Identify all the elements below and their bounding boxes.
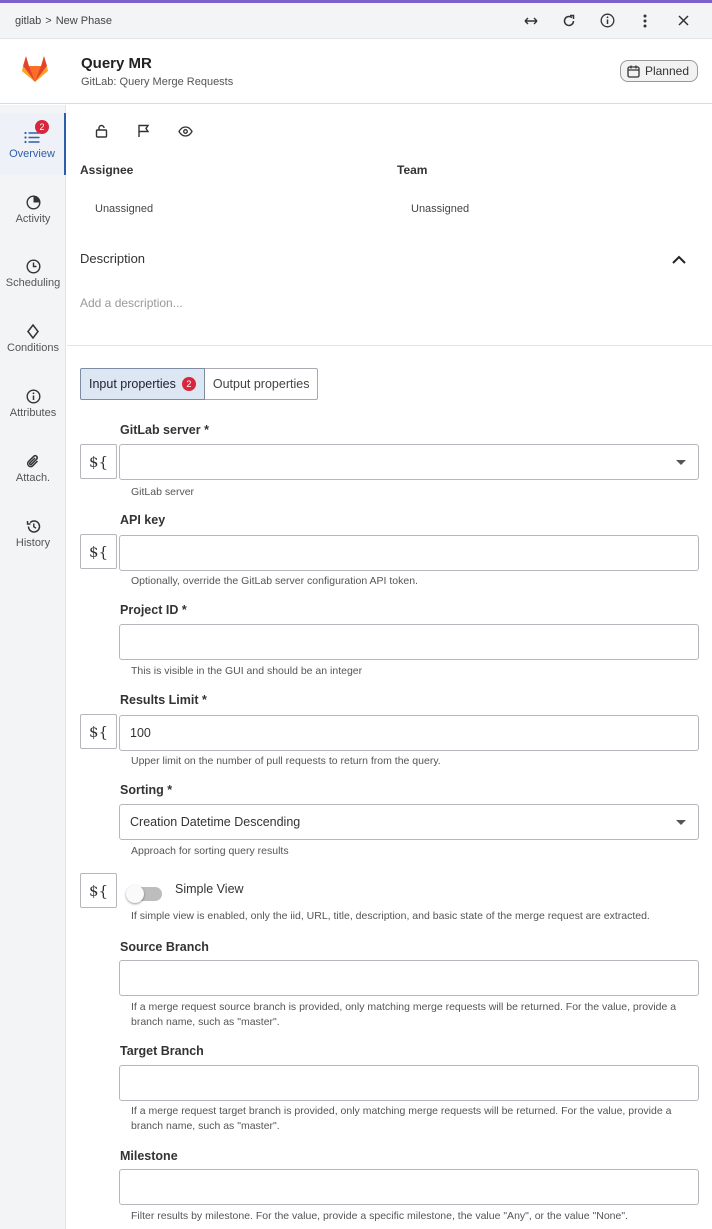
- project-id-label: Project ID *: [120, 603, 187, 617]
- source-branch-input[interactable]: [119, 960, 699, 996]
- api-key-input[interactable]: [119, 535, 699, 571]
- chevron-up-icon[interactable]: [672, 251, 686, 269]
- sidebar: 2 Overview Activity Scheduling Condition…: [0, 105, 66, 1229]
- gitlab-server-help: GitLab server: [131, 486, 195, 498]
- team-value[interactable]: Unassigned: [411, 203, 469, 215]
- team-label: Team: [397, 163, 428, 177]
- eye-icon[interactable]: [175, 121, 195, 141]
- overview-badge: 2: [35, 120, 49, 134]
- sidebar-item-activity[interactable]: Activity: [0, 179, 66, 239]
- dropdown-caret-icon: [676, 460, 686, 465]
- task-header: Query MR GitLab: Query Merge Requests Pl…: [0, 40, 712, 104]
- history-icon: [26, 519, 40, 533]
- expand-horizontal-icon[interactable]: [512, 6, 550, 36]
- breadcrumb-root[interactable]: gitlab: [15, 15, 41, 27]
- sorting-label: Sorting *: [120, 783, 173, 797]
- page-title: Query MR: [81, 55, 152, 72]
- status-label: Planned: [644, 64, 689, 78]
- milestone-label: Milestone: [120, 1149, 178, 1163]
- tab-label: Input properties: [89, 377, 176, 391]
- source-branch-label: Source Branch: [120, 940, 209, 954]
- more-vertical-icon[interactable]: [626, 6, 664, 36]
- status-badge[interactable]: Planned: [619, 60, 698, 82]
- expression-toggle-button[interactable]: ${: [80, 873, 117, 908]
- results-limit-label: Results Limit *: [120, 693, 207, 707]
- close-icon[interactable]: [664, 6, 702, 36]
- expression-toggle-button[interactable]: ${: [80, 714, 117, 749]
- expression-toggle-button[interactable]: ${: [80, 534, 117, 569]
- target-branch-label: Target Branch: [120, 1044, 204, 1058]
- page-subtitle: GitLab: Query Merge Requests: [81, 76, 234, 88]
- sidebar-item-label: Attach.: [15, 472, 51, 484]
- flag-icon[interactable]: [133, 121, 153, 141]
- description-label: Description: [80, 251, 146, 266]
- refresh-icon[interactable]: [550, 6, 588, 36]
- sidebar-item-attributes[interactable]: Attributes: [0, 373, 66, 433]
- simple-view-label: Simple View: [175, 882, 244, 896]
- expression-toggle-button[interactable]: ${: [80, 444, 117, 479]
- gitlab-server-label: GitLab server *: [120, 423, 209, 437]
- target-branch-help: If a merge request target branch is prov…: [131, 1105, 672, 1132]
- gitlab-server-select[interactable]: [119, 444, 699, 480]
- paperclip-icon: [26, 454, 39, 467]
- sorting-value: Creation Datetime Descending: [130, 815, 301, 829]
- calendar-icon: [627, 65, 640, 78]
- sorting-select[interactable]: Creation Datetime Descending: [119, 804, 699, 840]
- sidebar-item-label: History: [15, 537, 51, 549]
- assignee-value[interactable]: Unassigned: [95, 203, 153, 215]
- sidebar-item-conditions[interactable]: Conditions: [0, 308, 66, 368]
- target-branch-input[interactable]: [119, 1065, 699, 1101]
- project-id-help: This is visible in the GUI and should be…: [131, 665, 363, 677]
- results-limit-help: Upper limit on the number of pull reques…: [131, 755, 441, 767]
- sidebar-item-overview[interactable]: 2 Overview: [0, 113, 66, 175]
- results-limit-input[interactable]: 100: [119, 715, 699, 751]
- dropdown-caret-icon: [676, 820, 686, 825]
- sidebar-item-label: Conditions: [7, 342, 59, 354]
- simple-view-toggle[interactable]: [126, 885, 162, 903]
- section-divider: [67, 345, 712, 346]
- top-bar: gitlab > New Phase: [0, 3, 712, 39]
- source-branch-help: If a merge request source branch is prov…: [131, 1001, 677, 1028]
- assignee-label: Assignee: [80, 163, 134, 177]
- sorting-help: Approach for sorting query results: [131, 845, 289, 857]
- milestone-input[interactable]: [119, 1169, 699, 1205]
- api-key-help: Optionally, override the GitLab server c…: [131, 575, 418, 587]
- description-input[interactable]: Add a description...: [80, 296, 183, 310]
- gitlab-logo: [18, 52, 52, 86]
- simple-view-help: If simple view is enabled, only the iid,…: [131, 910, 650, 922]
- toggle-knob: [126, 885, 144, 903]
- clock-icon: [25, 258, 41, 274]
- properties-tabs: Input properties 2 Output properties: [80, 368, 319, 400]
- info-icon: [25, 388, 41, 404]
- diamond-icon: [27, 323, 39, 339]
- sidebar-item-label: Scheduling: [5, 277, 61, 289]
- sidebar-item-attachments[interactable]: Attach.: [0, 438, 66, 498]
- milestone-help: Filter results by milestone. For the val…: [131, 1210, 628, 1222]
- breadcrumb: gitlab > New Phase: [0, 15, 512, 27]
- sidebar-item-label: Overview: [9, 148, 55, 160]
- pie-icon: [25, 194, 41, 210]
- sidebar-item-label: Activity: [15, 213, 51, 225]
- sidebar-item-history[interactable]: History: [0, 503, 66, 563]
- breadcrumb-separator: >: [45, 14, 52, 27]
- info-icon[interactable]: [588, 6, 626, 36]
- lock-icon[interactable]: [91, 121, 111, 141]
- sidebar-item-scheduling[interactable]: Scheduling: [0, 243, 66, 303]
- action-icons: [91, 121, 195, 141]
- breadcrumb-current: New Phase: [55, 14, 112, 27]
- tab-label: Output properties: [212, 377, 310, 391]
- api-key-label: API key: [120, 513, 166, 527]
- tab-output-properties[interactable]: Output properties: [204, 368, 319, 400]
- sidebar-item-label: Attributes: [9, 407, 57, 419]
- tab-input-properties[interactable]: Input properties 2: [80, 368, 205, 400]
- project-id-input[interactable]: [119, 624, 699, 660]
- tab-badge: 2: [181, 377, 196, 391]
